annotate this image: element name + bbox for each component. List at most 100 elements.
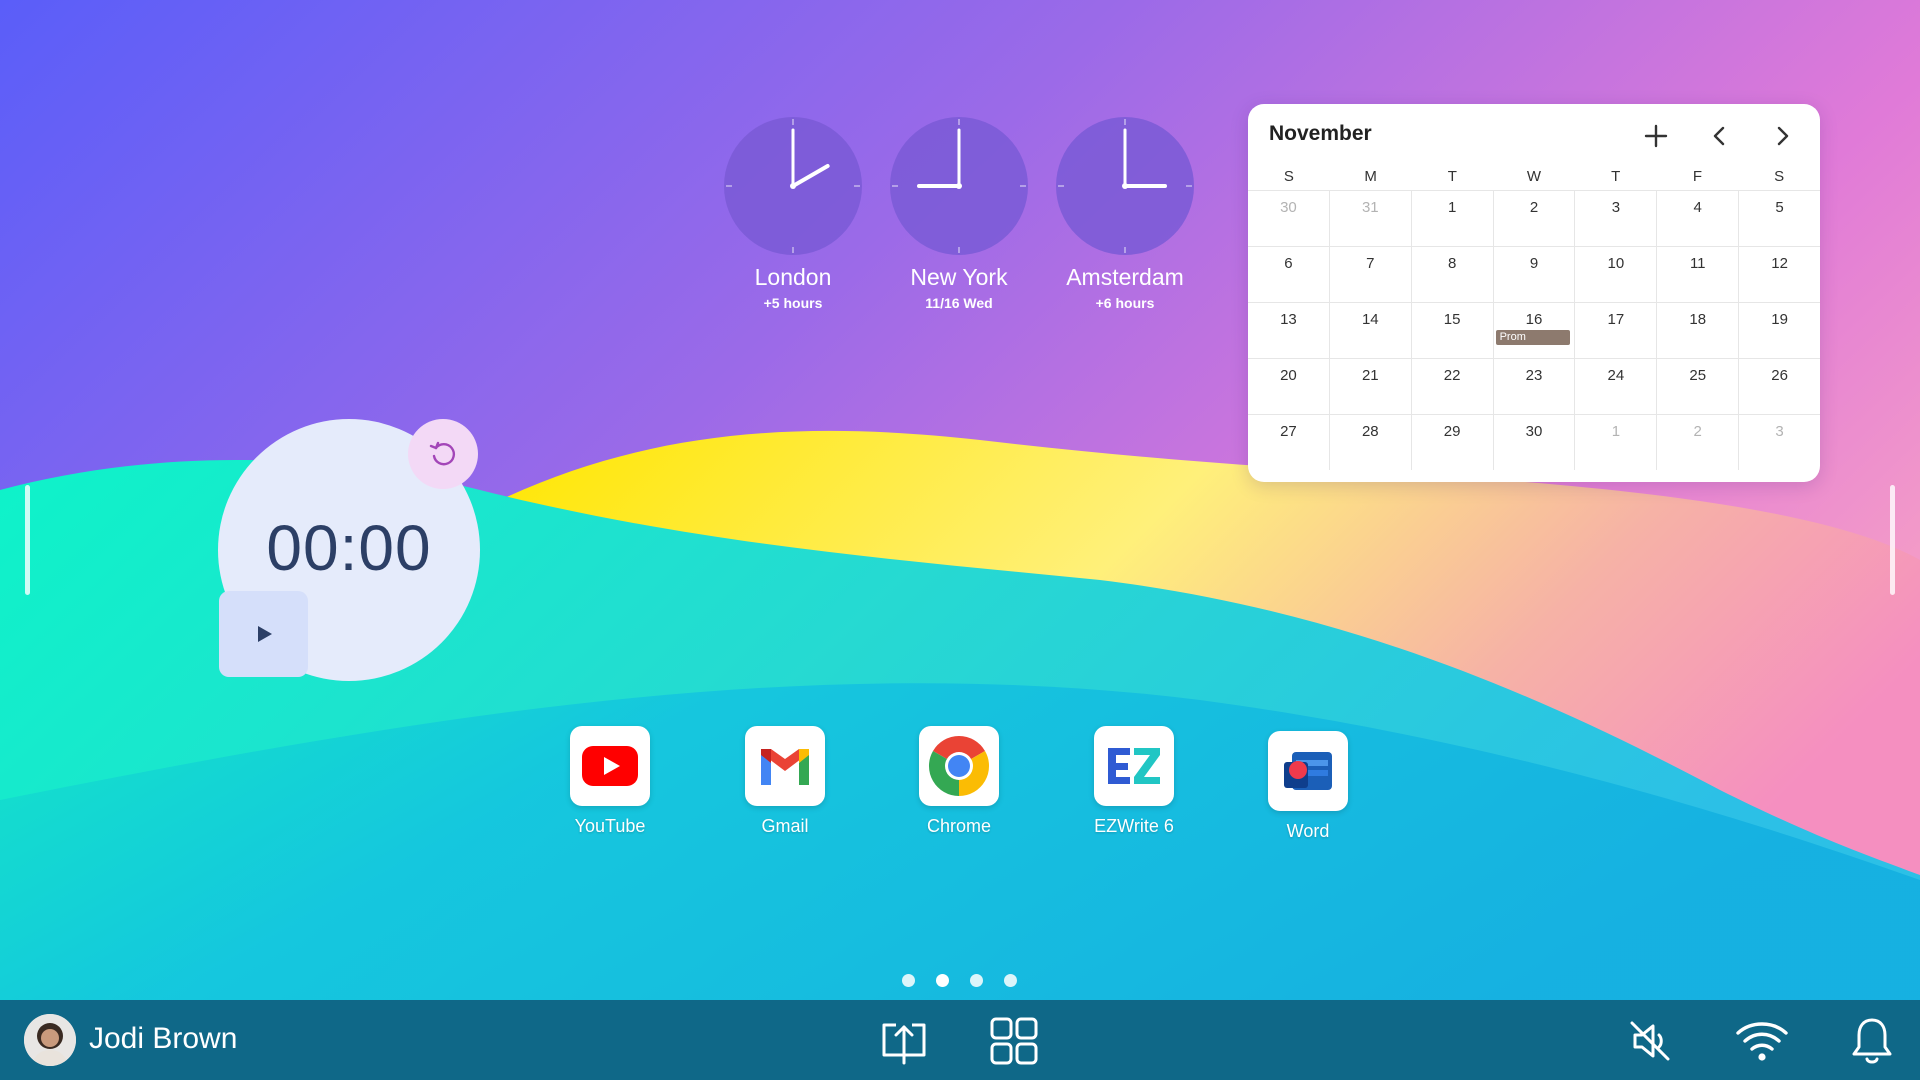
calendar-day-cell[interactable]: 6: [1248, 247, 1329, 302]
calendar-day-number: 10: [1607, 255, 1625, 272]
calendar-day-cell[interactable]: 10: [1574, 247, 1656, 302]
calendar-day-cell[interactable]: 4: [1656, 191, 1738, 246]
calendar-day-number: 30: [1280, 199, 1297, 216]
calendar-day-cell[interactable]: 8: [1410, 247, 1493, 302]
calendar-day-cell[interactable]: 9: [1492, 247, 1575, 302]
calendar-day-cell[interactable]: 31: [1328, 191, 1411, 246]
calendar-day-cell[interactable]: 16 Prom: [1492, 303, 1575, 358]
add-event-button[interactable]: [1638, 118, 1674, 154]
chrome-icon: [919, 726, 999, 806]
calendar-day-cell[interactable]: 30: [1248, 191, 1329, 246]
app-word[interactable]: Word: [1243, 731, 1373, 842]
day-of-week-label: M: [1364, 168, 1377, 185]
left-edge-handle[interactable]: [25, 485, 30, 595]
calendar-day-cell[interactable]: 1: [1574, 415, 1656, 470]
app-drawer-button[interactable]: [987, 1014, 1041, 1068]
app-ezwrite[interactable]: EZWrite 6: [1069, 726, 1199, 837]
calendar-day-cell[interactable]: 14: [1328, 303, 1411, 358]
user-name[interactable]: Jodi Brown: [89, 1022, 237, 1056]
calendar-day-cell[interactable]: 5: [1738, 191, 1820, 246]
volume-muted-icon: [1630, 1021, 1670, 1061]
calendar-day-cell[interactable]: 29: [1410, 415, 1493, 470]
clock-city-label: London: [754, 264, 832, 290]
calendar-day-number: 6: [1284, 255, 1293, 272]
upload-share-icon: [882, 1023, 926, 1065]
notifications-button[interactable]: [1847, 1014, 1897, 1068]
calendar-day-cell[interactable]: 2: [1492, 191, 1575, 246]
calendar-week-row: 30 31 1 2 3 4 5: [1248, 190, 1820, 246]
calendar-day-number: 2: [1529, 199, 1539, 216]
page-dot-4[interactable]: [1004, 974, 1017, 987]
calendar-day-cell[interactable]: 24: [1574, 359, 1656, 414]
calendar-day-cell[interactable]: 21: [1328, 359, 1411, 414]
right-edge-handle[interactable]: [1890, 485, 1895, 595]
calendar-day-cell[interactable]: 11: [1656, 247, 1738, 302]
world-clock-new-york[interactable]: New York 11/16 Wed: [889, 116, 1029, 311]
volume-button[interactable]: [1625, 1016, 1675, 1066]
calendar-event-chip[interactable]: Prom: [1495, 330, 1571, 345]
calendar-day-number: 7: [1366, 255, 1375, 272]
calendar-day-cell[interactable]: 26: [1738, 359, 1820, 414]
calendar-day-cell[interactable]: 22: [1410, 359, 1493, 414]
calendar-day-cell[interactable]: 3: [1738, 415, 1820, 470]
calendar-day-number: 1: [1611, 423, 1621, 440]
page-dot-2[interactable]: [936, 974, 949, 987]
day-of-week-label: F: [1692, 168, 1703, 185]
wifi-icon: [1736, 1022, 1788, 1061]
app-chrome[interactable]: Chrome: [894, 726, 1024, 837]
calendar-day-number: 12: [1771, 255, 1788, 272]
app-gmail[interactable]: Gmail: [720, 726, 850, 837]
calendar-day-cell[interactable]: 27: [1248, 415, 1329, 470]
next-month-button[interactable]: [1764, 118, 1800, 154]
calendar-day-number: 22: [1443, 367, 1461, 384]
calendar-day-cell[interactable]: 13: [1248, 303, 1329, 358]
calendar-day-cell[interactable]: 17: [1574, 303, 1656, 358]
screen-share-button[interactable]: [877, 1014, 931, 1068]
page-dot-1[interactable]: [902, 974, 915, 987]
calendar-grid: S M T W T F S 30 31 1 2 3 4 5 6 7 8 9 10 11 12 13 14 15 1…: [1248, 164, 1820, 470]
plus-icon: [1644, 124, 1668, 148]
calendar-day-cell[interactable]: 2: [1656, 415, 1738, 470]
calendar-day-cell[interactable]: 25: [1656, 359, 1738, 414]
calendar-day-number: 19: [1771, 311, 1788, 328]
calendar-day-number: 23: [1525, 367, 1543, 384]
world-clock-amsterdam[interactable]: Amsterdam +6 hours: [1055, 116, 1195, 311]
timer-play-button[interactable]: [219, 591, 308, 677]
youtube-icon: [570, 726, 650, 806]
calendar-week-row: 6 7 8 9 10 11 12: [1248, 246, 1820, 302]
calendar-day-number: 15: [1443, 311, 1461, 328]
play-icon: [257, 626, 272, 642]
clock-face: [890, 117, 1028, 255]
calendar-day-cell[interactable]: 12: [1738, 247, 1820, 302]
calendar-day-cell[interactable]: 20: [1248, 359, 1329, 414]
app-label: Gmail: [761, 816, 809, 836]
day-of-week-label: T: [1611, 168, 1621, 185]
page-dot-3[interactable]: [970, 974, 983, 987]
clock-face: [1056, 117, 1194, 255]
day-of-week-label: W: [1526, 168, 1542, 185]
calendar-day-number: 4: [1693, 199, 1702, 216]
calendar-day-cell[interactable]: 19: [1738, 303, 1820, 358]
calendar-day-number: 5: [1775, 199, 1784, 216]
calendar-day-cell[interactable]: 7: [1328, 247, 1411, 302]
calendar-day-cell[interactable]: 1: [1410, 191, 1493, 246]
calendar-day-cell[interactable]: 18: [1656, 303, 1738, 358]
timer-reset-button[interactable]: [408, 419, 478, 489]
calendar-day-number: 3: [1611, 199, 1621, 216]
avatar[interactable]: [24, 1014, 76, 1066]
clock-offset-label: +5 hours: [763, 295, 823, 311]
wifi-button[interactable]: [1734, 1016, 1790, 1066]
world-clock-london[interactable]: London +5 hours: [723, 116, 863, 311]
calendar-day-cell[interactable]: 30: [1492, 415, 1575, 470]
app-youtube[interactable]: YouTube: [545, 726, 675, 837]
calendar-day-cell[interactable]: 28: [1328, 415, 1411, 470]
calendar-day-number: 20: [1280, 367, 1297, 384]
previous-month-button[interactable]: [1702, 118, 1738, 154]
calendar-day-cell[interactable]: 15: [1410, 303, 1493, 358]
calendar-day-number: 25: [1689, 367, 1707, 384]
app-label: YouTube: [574, 816, 646, 836]
clock-date-label: 11/16 Wed: [925, 295, 993, 311]
calendar-day-number: 24: [1607, 367, 1625, 384]
calendar-day-cell[interactable]: 23: [1492, 359, 1575, 414]
calendar-day-cell[interactable]: 3: [1574, 191, 1656, 246]
